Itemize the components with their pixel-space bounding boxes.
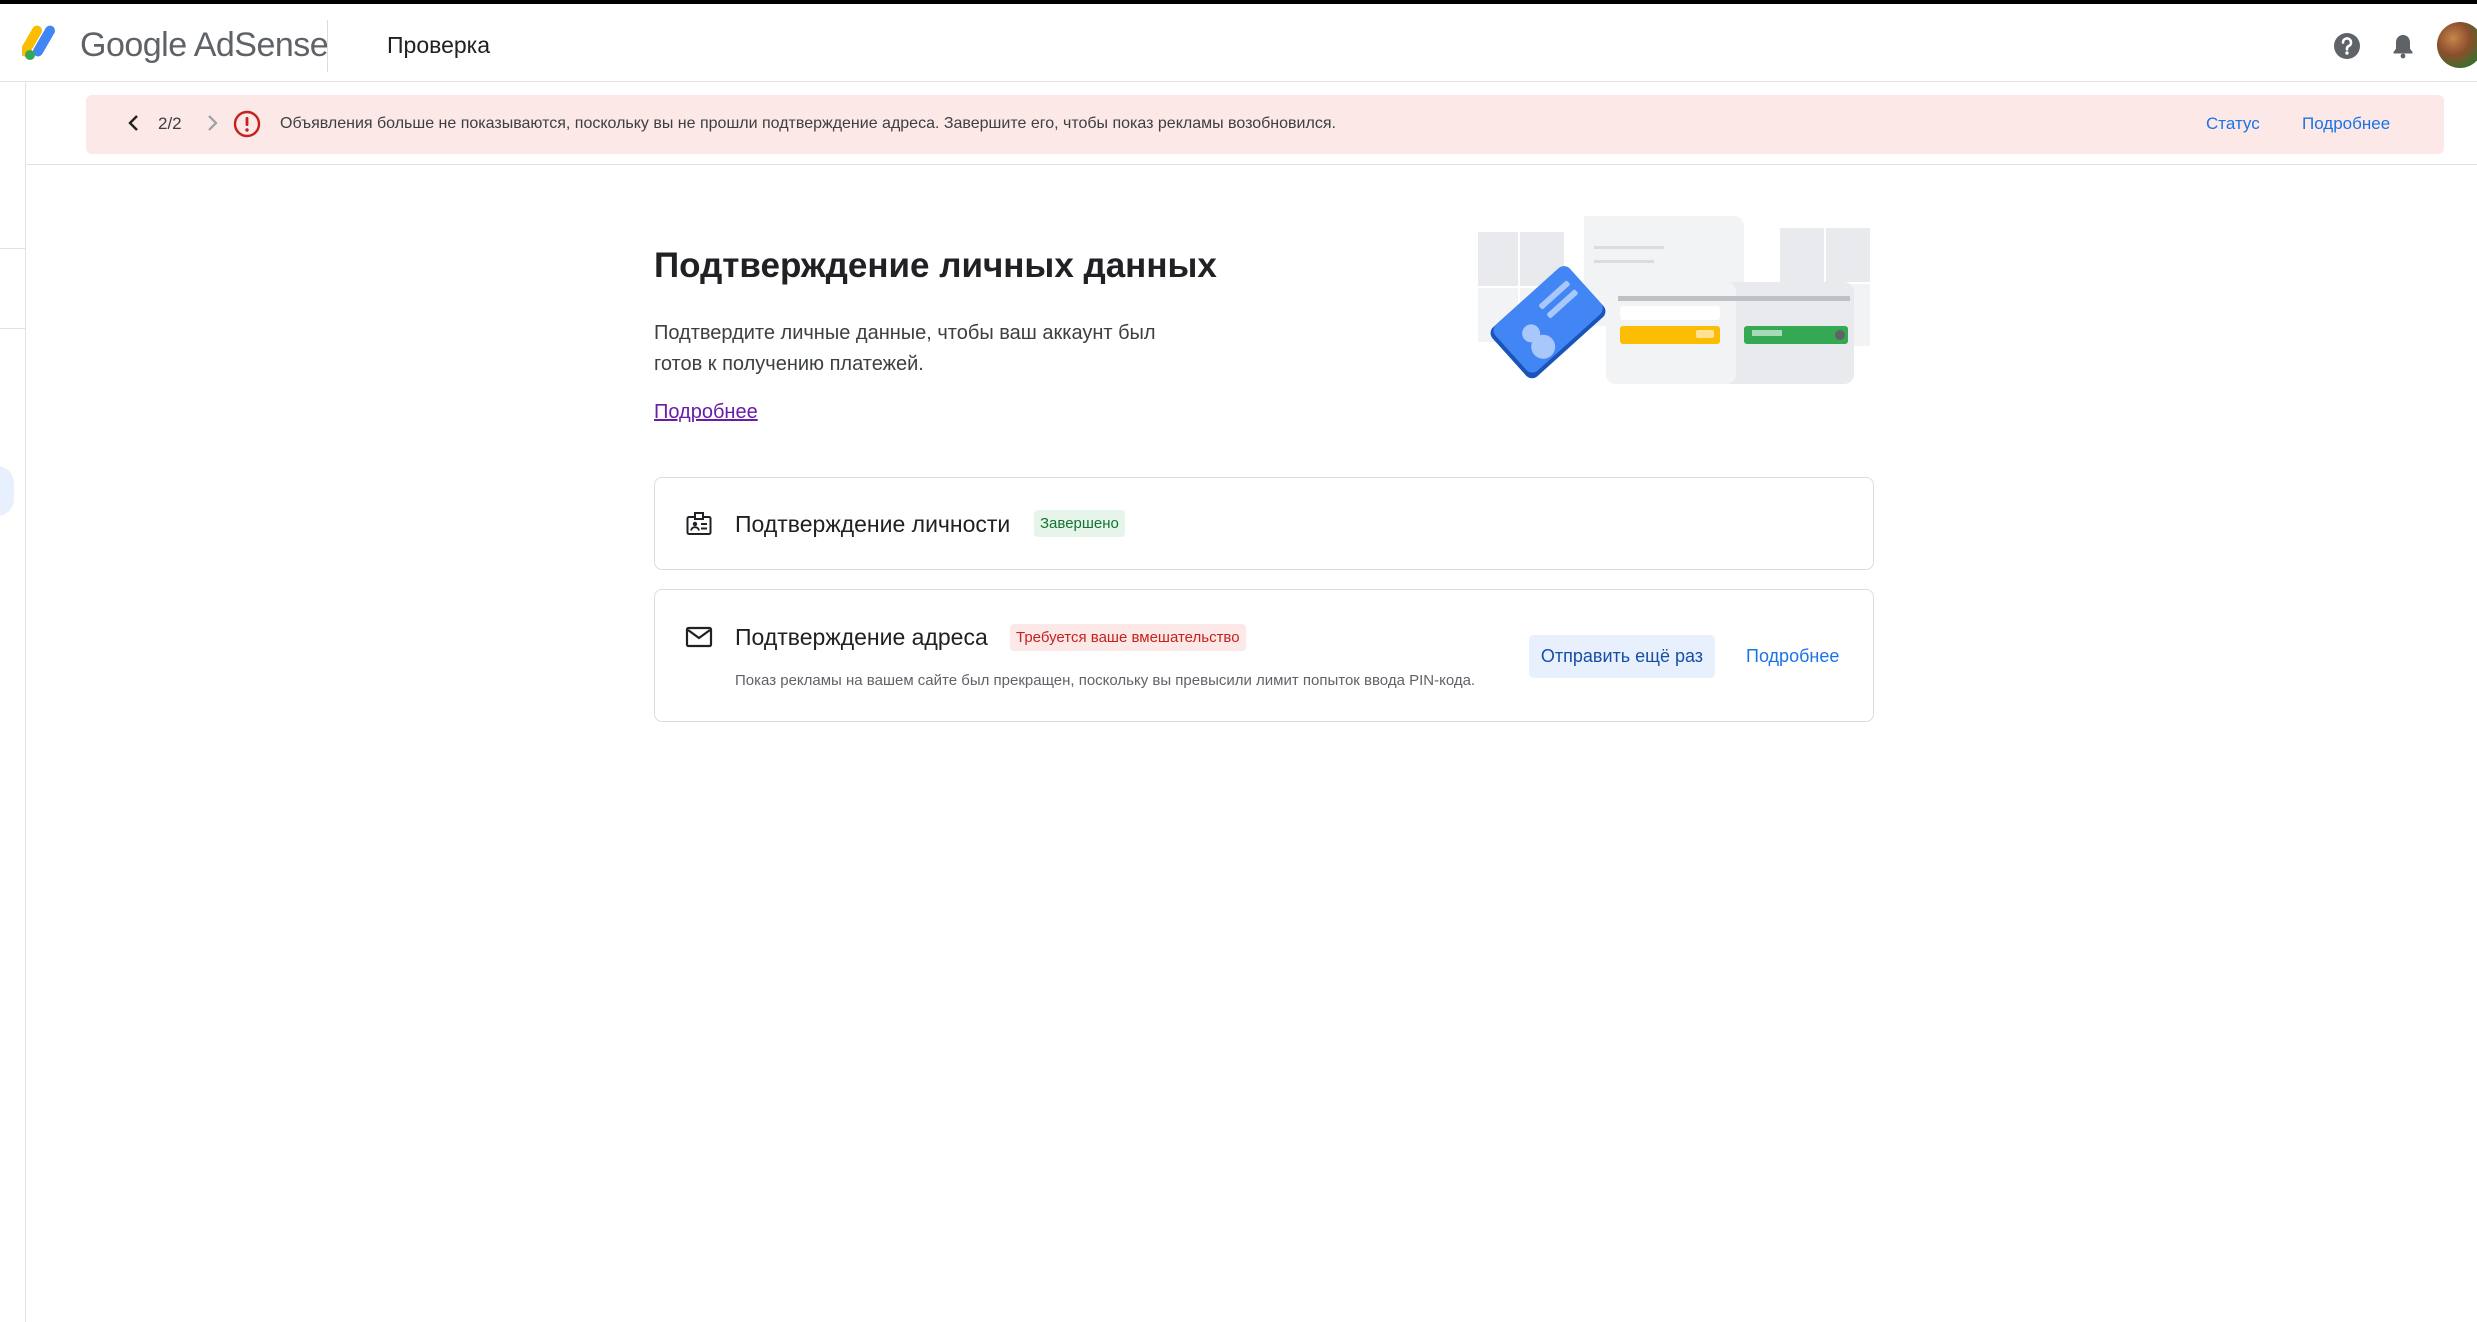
alert-message: Объявления больше не показываются, поско… (280, 115, 1336, 132)
verification-illustration (1478, 216, 1870, 384)
badge-icon (686, 512, 712, 535)
adsense-logo-icon[interactable] (22, 22, 66, 62)
address-card-note: Показ рекламы на вашем сайте был прекращ… (735, 672, 1476, 689)
brand-name[interactable]: Google AdSense (80, 26, 329, 65)
chevron-right-icon[interactable] (200, 111, 224, 135)
address-card-title: Подтверждение адреса (735, 624, 988, 650)
status-badge-completed: Завершено (1034, 510, 1125, 537)
alert-banner: 2/2 Объявления больше не показываются, п… (86, 95, 2444, 154)
section-title: Подтверждение личных данных (654, 246, 1217, 285)
identity-card-title: Подтверждение личности (735, 511, 1011, 537)
side-navigation-rail (0, 82, 26, 1322)
alert-status-link[interactable]: Статус (2206, 114, 2260, 134)
alert-more-link[interactable]: Подробнее (2302, 114, 2390, 134)
status-badge-action-required: Требуется ваше вмешательство (1010, 624, 1246, 651)
app-header: Google AdSense Проверка (0, 4, 2477, 82)
error-icon (233, 110, 261, 138)
page-title: Проверка (387, 32, 491, 58)
help-icon[interactable] (2331, 30, 2363, 62)
header-divider (327, 20, 328, 72)
address-verification-card: Подтверждение адреса Требуется ваше вмеш… (654, 589, 1874, 722)
header-bottom-divider (26, 164, 2477, 165)
address-more-button[interactable]: Подробнее (1746, 646, 1839, 667)
account-avatar[interactable] (2437, 22, 2477, 68)
chevron-left-icon[interactable] (122, 111, 146, 135)
learn-more-link[interactable]: Подробнее (654, 401, 758, 424)
rail-divider (0, 328, 26, 329)
alert-counter: 2/2 (158, 114, 182, 133)
mail-icon (685, 626, 713, 648)
identity-verification-card: Подтверждение личности Завершено (654, 477, 1874, 570)
resend-pin-button[interactable]: Отправить ещё раз (1529, 635, 1715, 678)
notifications-bell-icon[interactable] (2387, 30, 2419, 62)
section-description: Подтвердите личные данные, чтобы ваш акк… (654, 322, 1156, 375)
rail-active-item[interactable] (0, 466, 14, 516)
rail-divider (0, 248, 26, 249)
